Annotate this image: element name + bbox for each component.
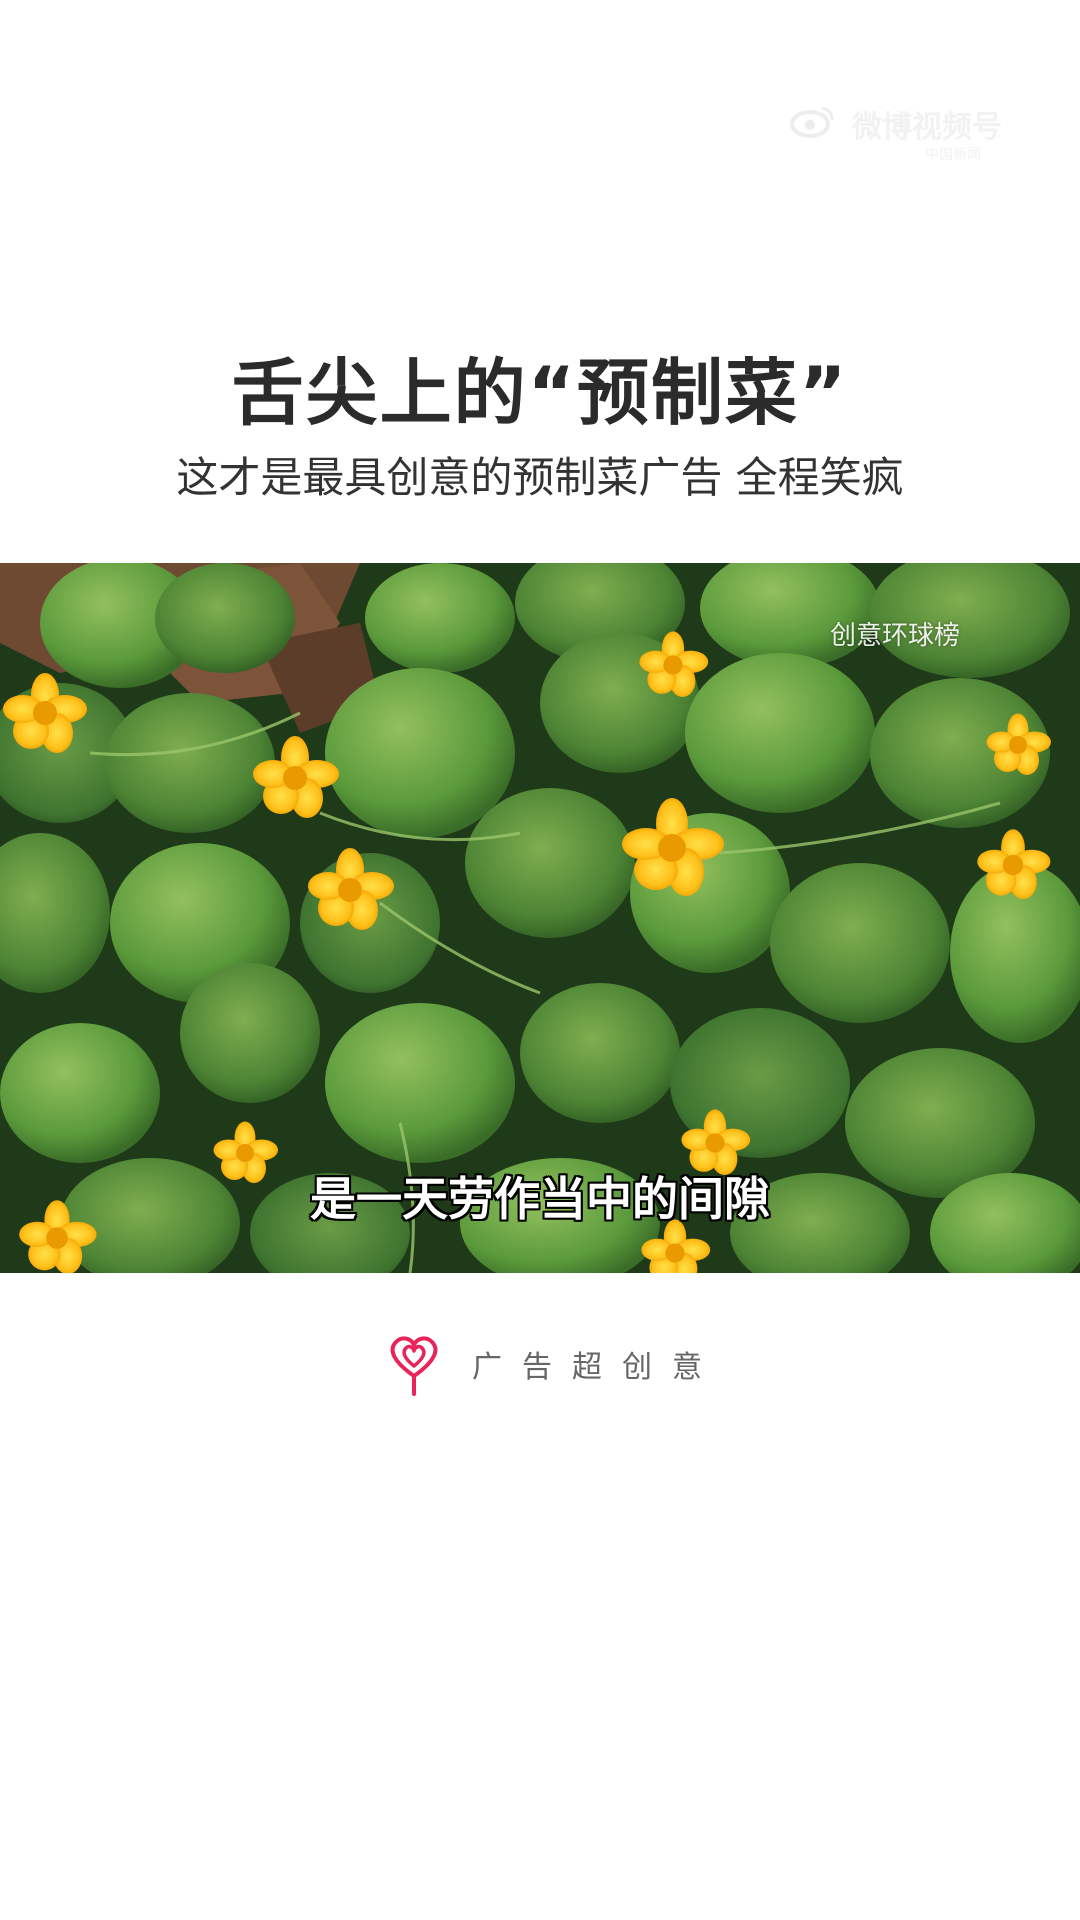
watermark-name: 微博视频号 bbox=[852, 110, 1002, 145]
heart-lollipop-icon bbox=[390, 1336, 438, 1396]
video-player[interactable]: 创意环球榜 是一天劳作当中的间隙 bbox=[0, 563, 1080, 1273]
watermark-sub: 中国新闻 bbox=[925, 147, 981, 163]
brand-name: 广告超创意 bbox=[472, 1350, 722, 1385]
weibo-watermark: 微博视频号 中国新闻 bbox=[790, 100, 1010, 170]
video-caption: 是一天劳作当中的间隙 bbox=[310, 1172, 770, 1226]
brand-footer: 广告超创意 bbox=[380, 1330, 720, 1402]
video-channel-watermark: 创意环球榜 bbox=[829, 621, 960, 651]
page-subtitle: 这才是最具创意的预制菜广告 全程笑疯 bbox=[176, 453, 904, 502]
page: 微博视频号 中国新闻 舌尖上的“预制菜” 这才是最具创意的预制菜广告 全程笑疯 bbox=[0, 0, 1080, 1920]
page-title: 舌尖上的“预制菜” bbox=[231, 351, 849, 435]
weibo-logo-icon bbox=[790, 106, 834, 138]
